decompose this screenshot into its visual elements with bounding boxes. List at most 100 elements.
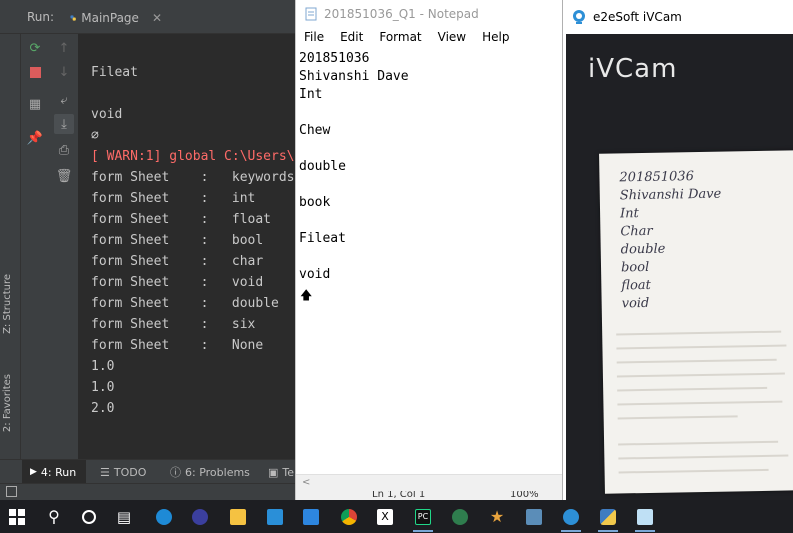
tab-terminal[interactable]: ▣ Te [268, 460, 294, 484]
menu-file[interactable]: File [296, 28, 332, 48]
trash-icon[interactable]: 🗑 [54, 166, 74, 186]
play-icon: ▶ [30, 467, 37, 477]
notepad-text-area[interactable]: 201851036 Shivanshi Dave Int Chew double… [299, 50, 409, 284]
search-icon[interactable]: ⚲ [41, 504, 67, 529]
ivcam-title-bar[interactable]: e2eSoft iVCam [563, 0, 793, 34]
notepad-title: 201851036_Q1 - Notepad [324, 7, 479, 21]
bottom-tool-tabs: ▶ 4: Run ☰ TODO ⓘ 6: Problems ▣ Te [0, 459, 296, 484]
arrow-down-icon[interactable]: ↓ [54, 62, 74, 82]
edge-icon[interactable] [151, 504, 177, 529]
console-output[interactable]: book Fileat void ∅ [ WARN:1] global C:\Use… [80, 34, 296, 459]
console-line: form Sheet : char [91, 254, 264, 269]
run-tab-mainpage[interactable]: MainPage ✕ [62, 6, 162, 30]
tab-run-label: 4: Run [40, 465, 77, 479]
side-tool-strip: Z: Structure 2: Favorites [0, 34, 21, 459]
tab-terminal-label: Te [282, 465, 295, 479]
console-line: form Sheet : float [91, 212, 272, 227]
handwritten-paper: 201851036 Shivanshi Dave Int Char double… [599, 150, 793, 494]
menu-format[interactable]: Format [371, 28, 429, 48]
tab-problems[interactable]: ⓘ 6: Problems [170, 460, 250, 484]
notepad-taskbar-icon[interactable] [632, 504, 658, 532]
ide-status-bar [0, 483, 296, 500]
ivcam-title: e2eSoft iVCam [593, 10, 682, 24]
list-icon: ☰ [100, 465, 110, 479]
notepad-window: 201851036_Q1 - Notepad File Edit Format … [295, 0, 564, 500]
tab-run[interactable]: ▶ 4: Run [22, 460, 86, 484]
scroll-left-icon[interactable]: < [302, 477, 310, 488]
app-star-icon[interactable]: ★ [484, 504, 510, 529]
ivcam-window: e2eSoft iVCam iVCam 201851036 Shivanshi … [562, 0, 793, 500]
notepad-icon [305, 7, 317, 21]
scroll-to-end-icon[interactable]: ⤓ [54, 114, 74, 134]
tab-todo-label: TODO [113, 465, 147, 479]
console-line: form Sheet : void [91, 275, 264, 290]
ivcam-taskbar-icon[interactable] [558, 504, 584, 532]
notepad-title-bar[interactable]: 201851036_Q1 - Notepad [296, 0, 564, 28]
pin-icon[interactable]: 📌 [25, 128, 45, 148]
desktop: Run: MainPage ✕ Z: Structure 2: Favorite… [0, 0, 793, 533]
run-header: Run: MainPage ✕ [0, 0, 296, 34]
console-line: form Sheet : bool [91, 233, 264, 248]
soft-wrap-icon[interactable]: ⤶ [54, 90, 74, 110]
run-toolbar-right: ↑ ↓ ⤶ ⤓ ⎙ 🗑 [49, 34, 79, 459]
cursor-icon: 🡅 [300, 288, 313, 302]
console-line: form Sheet : None [91, 338, 264, 353]
console-line: 2.0 [91, 401, 115, 416]
console-line: form Sheet : six [91, 317, 256, 332]
tab-todo[interactable]: ☰ TODO [100, 460, 146, 484]
menu-edit[interactable]: Edit [332, 28, 371, 48]
pycharm-run-panel: Run: MainPage ✕ Z: Structure 2: Favorite… [0, 0, 296, 500]
app-leaf-icon[interactable] [447, 504, 473, 529]
console-lines: book Fileat void ∅ [ WARN:1] global C:\Use… [91, 34, 295, 419]
ivcam-logo: iVCam [588, 54, 678, 84]
ivcam-icon [573, 10, 585, 24]
paper-handwriting: 201851036 Shivanshi Dave Int Char double… [619, 169, 722, 312]
menu-view[interactable]: View [430, 28, 474, 48]
pycharm-icon[interactable]: PC [410, 504, 436, 532]
python-taskbar-icon[interactable] [595, 504, 621, 532]
close-icon[interactable]: ✕ [152, 11, 162, 25]
run-toolbar-left: ⟳ ▦ 📌 [21, 34, 49, 459]
tab-problems-label: 6: Problems [185, 465, 250, 479]
windows-start-icon[interactable] [4, 504, 30, 529]
layout-icon[interactable]: ▦ [25, 94, 45, 114]
console-line: 1.0 [91, 359, 115, 374]
task-view-icon[interactable] [76, 504, 102, 529]
print-icon[interactable]: ⎙ [54, 140, 74, 160]
console-line: 1.0 [91, 380, 115, 395]
vscode-icon[interactable] [262, 504, 288, 529]
console-line: form Sheet : keywords [91, 170, 295, 185]
console-line: [ WARN:1] global C:\Users\ [91, 149, 295, 164]
info-icon: ⓘ [170, 466, 181, 479]
stop-icon[interactable] [25, 62, 45, 82]
windows-taskbar: ⚲ ▤ X PC ★ [0, 500, 793, 533]
app-circle-icon[interactable] [187, 504, 213, 529]
terminal-icon: ▣ [268, 465, 279, 479]
notepad-menu-bar: File Edit Format View Help [296, 28, 564, 48]
status-zoom: 100% [510, 491, 539, 500]
menu-help[interactable]: Help [474, 28, 517, 48]
taskbar-widgets-icon[interactable]: ▤ [111, 504, 137, 529]
console-line: void [91, 107, 123, 122]
console-line: book [91, 34, 295, 41]
file-explorer-icon[interactable] [225, 504, 251, 529]
run-tab-label: MainPage [81, 11, 139, 25]
excel-icon[interactable]: X [372, 504, 398, 529]
run-label: Run: [27, 10, 55, 24]
status-square-icon[interactable] [6, 486, 17, 497]
chrome-icon[interactable] [336, 504, 362, 529]
camera-preview: iVCam 201851036 Shivanshi Dave Int Char … [566, 34, 793, 500]
status-position: Ln 1, Col 1 [372, 491, 426, 500]
console-line: form Sheet : int [91, 191, 256, 206]
console-line: ∅ [91, 128, 99, 143]
photos-icon[interactable] [521, 504, 547, 529]
console-line: Fileat [91, 65, 138, 80]
horizontal-scrollbar[interactable]: < [296, 474, 564, 491]
calendar-icon[interactable] [298, 504, 324, 529]
rerun-icon[interactable]: ⟳ [25, 38, 45, 58]
structure-tab[interactable]: Z: Structure [2, 274, 13, 334]
favorites-tab[interactable]: 2: Favorites [2, 374, 13, 432]
arrow-up-icon[interactable]: ↑ [54, 38, 74, 58]
